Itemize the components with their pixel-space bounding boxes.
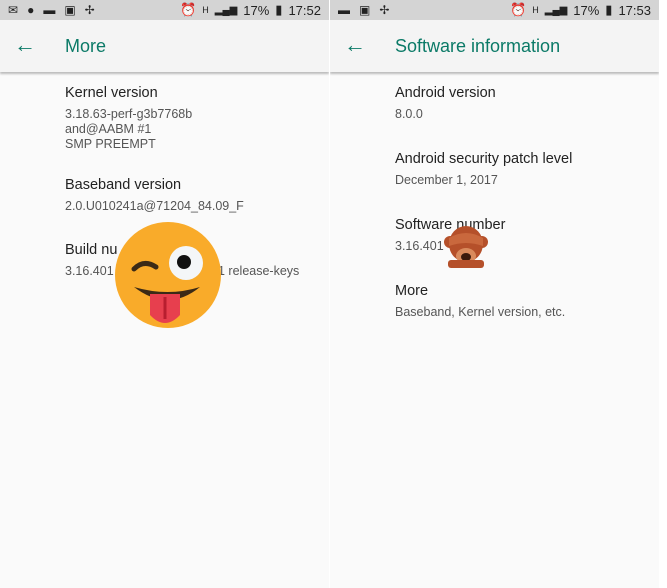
network-type: H — [202, 5, 209, 15]
signal-icon: ▂▄▆ — [214, 4, 238, 16]
winking-tongue-emoji — [115, 222, 221, 328]
item-value-end: 1 release-keys — [218, 264, 300, 278]
item-label: Android version — [395, 85, 496, 101]
item-label: Baseband version — [65, 177, 182, 193]
item-value: 3.18.63-perf-g3b7768b — [65, 107, 193, 121]
page-title: More — [65, 36, 107, 56]
clock: 17:53 — [618, 2, 651, 18]
item-value: and@AABM #1 — [65, 122, 152, 136]
gallery-mail-icon: ▣ — [64, 3, 76, 17]
page-title: Software information — [395, 36, 561, 56]
alarm-icon: ⏰ — [180, 2, 197, 17]
item-value: Baseband, Kernel version, etc. — [395, 305, 566, 319]
network-type: H — [532, 5, 539, 15]
gallery-mail-icon: ▣ — [359, 3, 371, 17]
more-screen: ✉ ● ▬ ▣ ✢ ⏰ H ▂▄▆ 17% ▮ 17:52 ← More Ker… — [0, 0, 329, 588]
item-value: 2.0.U010241a@71204_84.09_F — [65, 199, 244, 213]
battery-icon: ▮ — [605, 2, 613, 17]
back-arrow-icon[interactable]: ← — [14, 32, 36, 58]
back-arrow-icon[interactable]: ← — [344, 32, 366, 58]
alarm-icon: ⏰ — [510, 2, 527, 17]
see-no-evil-monkey-emoji — [444, 226, 488, 268]
baseband-version-item[interactable]: Baseband version 2.0.U010241a@71204_84.0… — [65, 177, 244, 214]
status-bar: ▬ ▣ ✢ ⏰ H ▂▄▆ 17% ▮ 17:53 — [330, 0, 659, 20]
item-value: 3.16.401 — [65, 264, 114, 278]
item-label: Kernel version — [65, 85, 158, 101]
item-value: SMP PREEMPT — [65, 137, 156, 151]
security-patch-item[interactable]: Android security patch level December 1,… — [395, 151, 572, 188]
battery-icon: ▮ — [275, 2, 283, 17]
kernel-version-item[interactable]: Kernel version 3.18.63-perf-g3b7768b and… — [65, 85, 192, 152]
message-icon: ▬ — [338, 3, 350, 17]
mail-icon: ✉ — [8, 3, 19, 17]
pinwheel-icon: ✢ — [84, 3, 95, 17]
toolbar: ← Software information — [330, 20, 659, 72]
android-version-item[interactable]: Android version 8.0.0 — [395, 85, 496, 122]
toolbar: ← More — [0, 20, 329, 72]
signal-icon: ▂▄▆ — [544, 4, 568, 16]
battery-percent: 17% — [243, 2, 270, 18]
battery-percent: 17% — [573, 2, 600, 18]
clock: 17:52 — [288, 2, 321, 18]
message-icon: ▬ — [43, 3, 56, 17]
item-label: More — [395, 283, 429, 299]
software-information-screen: ▬ ▣ ✢ ⏰ H ▂▄▆ 17% ▮ 17:53 ← Software inf… — [330, 0, 659, 588]
hangouts-icon: ● — [27, 3, 35, 17]
item-value: 8.0.0 — [395, 107, 423, 121]
item-label: Android security patch level — [395, 151, 573, 167]
status-bar: ✉ ● ▬ ▣ ✢ ⏰ H ▂▄▆ 17% ▮ 17:52 — [0, 0, 329, 20]
more-item[interactable]: More Baseband, Kernel version, etc. — [395, 283, 565, 320]
pinwheel-icon: ✢ — [379, 3, 390, 17]
item-value: December 1, 2017 — [395, 173, 498, 187]
